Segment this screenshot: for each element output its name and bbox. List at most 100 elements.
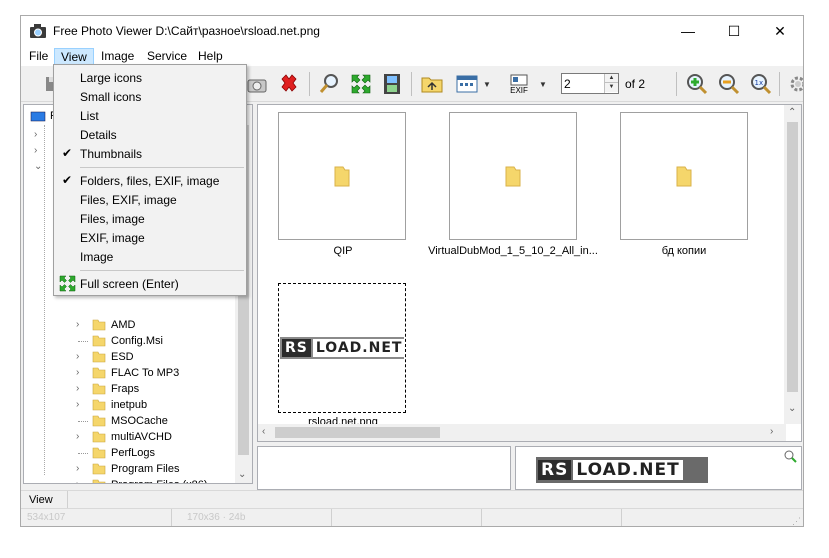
thumbnail-hscrollbar[interactable]: ‹ › (258, 424, 786, 441)
menu-item-files-image[interactable]: Files, image (56, 209, 244, 228)
delete-icon[interactable] (275, 70, 303, 98)
fullscreen-icon (59, 275, 76, 292)
tree-folder-row[interactable]: Config.Msi (24, 333, 236, 349)
tree-folder-row[interactable]: › Program Files (x86) (24, 477, 236, 483)
spin-down-icon[interactable]: ▼ (605, 83, 618, 92)
tree-folder-row[interactable]: › inetpub (24, 397, 236, 413)
tree-folder-label: multiAVCHD (111, 431, 172, 443)
menu-item-folders-files-exif-image[interactable]: ✔ Folders, files, EXIF, image (56, 171, 244, 190)
toolbar-separator (676, 72, 677, 96)
tree-folder-row[interactable]: › ESD (24, 349, 236, 365)
tree-expander-icon[interactable]: › (76, 477, 86, 483)
exif-label: EXIF (510, 85, 528, 95)
thumbnail-caption: VirtualDubMod_1_5_10_2_All_in... (428, 245, 598, 257)
scroll-down-icon[interactable]: ⌄ (238, 469, 246, 480)
thumbnail-card[interactable] (620, 112, 748, 240)
view-status-bar: View (21, 490, 803, 509)
menu-item-large-icons[interactable]: Large icons (56, 68, 244, 87)
menu-item-label: Thumbnails (80, 147, 143, 161)
logo-rest: LOAD.NET (312, 339, 406, 357)
menu-item-full-screen[interactable]: Full screen (Enter) (56, 274, 244, 293)
scroll-up-icon[interactable]: ⌃ (788, 107, 796, 118)
menu-item-exif-image[interactable]: EXIF, image (56, 228, 244, 247)
tree-expander-icon[interactable]: › (76, 317, 86, 333)
tree-expander[interactable]: ⌄ (34, 161, 42, 172)
page-count: of 2 (625, 77, 646, 91)
toolbar-separator (779, 72, 780, 96)
camera-icon[interactable] (243, 70, 271, 98)
resize-grip-icon[interactable]: ⋰ (792, 516, 801, 526)
scroll-right-icon[interactable]: › (770, 426, 773, 437)
tree-connector (78, 421, 88, 422)
spin-up-icon[interactable]: ▲ (605, 74, 618, 83)
thumbnail-panel[interactable]: QIP VirtualDubMod_1_5_10_2_All_in... бд … (257, 104, 802, 442)
tree-expander-icon[interactable]: › (76, 461, 86, 477)
menu-file[interactable]: File (23, 48, 54, 66)
tree-folder-row[interactable]: › Fraps (24, 381, 236, 397)
tree-expander-icon[interactable]: › (76, 365, 86, 381)
tree-expander-icon[interactable]: › (76, 429, 86, 445)
exif-icon[interactable]: EXIF (505, 70, 533, 98)
actual-size-icon[interactable]: 1x (747, 70, 775, 98)
minimize-button[interactable]: — (665, 16, 711, 46)
tree-folder-row[interactable]: PerfLogs (24, 445, 236, 461)
menu-item-label: Files, image (80, 212, 145, 226)
preview-rsload-logo: RS LOAD.NET (536, 457, 708, 483)
fit-icon[interactable] (347, 70, 375, 98)
zoom-preview-icon[interactable] (783, 449, 797, 463)
menu-item-list[interactable]: List (56, 106, 244, 125)
page-input[interactable] (564, 76, 602, 91)
filmstrip-icon[interactable] (378, 70, 406, 98)
folder-icon (92, 463, 106, 475)
menu-item-label: Full screen (Enter) (80, 277, 179, 291)
close-button[interactable]: ✕ (757, 16, 803, 46)
thumbnail-card-selected[interactable]: RS LOAD.NET (278, 283, 406, 413)
exif-dropdown[interactable]: ▼ (539, 81, 547, 89)
thumbnail-card[interactable] (278, 112, 406, 240)
tree-expander-icon[interactable]: › (76, 349, 86, 365)
folder-icon (92, 431, 106, 443)
thumbnail-card[interactable] (449, 112, 577, 240)
scroll-down-icon[interactable]: ⌄ (788, 403, 796, 414)
menu-item-details[interactable]: Details (56, 125, 244, 144)
zoom-icon[interactable] (315, 70, 343, 98)
thumbnail-vscrollbar[interactable]: ⌃ ⌄ (784, 105, 801, 424)
toolbar-separator (309, 72, 310, 96)
thumbnail-vscroll-thumb[interactable] (787, 122, 798, 392)
view-mode-dropdown[interactable]: ▼ (483, 81, 491, 89)
tree-folder-row[interactable]: › Program Files (24, 461, 236, 477)
status-separator (171, 509, 172, 526)
view-mode-icon[interactable] (453, 70, 481, 98)
page-spin-arrows[interactable]: ▲ ▼ (604, 74, 618, 93)
tree-folder-row[interactable]: › AMD (24, 317, 236, 333)
tree-connector (78, 341, 88, 342)
tree-folder-label: Program Files (111, 463, 180, 475)
menu-item-thumbnails[interactable]: ✔ Thumbnails (56, 144, 244, 163)
tree-expander-icon[interactable]: › (76, 381, 86, 397)
tree-folder-label: Fraps (111, 383, 140, 395)
zoom-out-icon[interactable] (715, 70, 743, 98)
tree-folder-row[interactable]: › multiAVCHD (24, 429, 236, 445)
tree-folder-row[interactable]: MSOCache (24, 413, 236, 429)
zoom-in-icon[interactable] (683, 70, 711, 98)
folder-icon (676, 166, 692, 187)
folder-up-icon[interactable] (418, 70, 446, 98)
tree-expander-icon[interactable]: › (76, 397, 86, 413)
status-separator (481, 509, 482, 526)
scroll-left-icon[interactable]: ‹ (262, 426, 265, 437)
menu-item-image[interactable]: Image (56, 247, 244, 266)
folder-icon (92, 479, 106, 483)
page-stepper[interactable]: ▲ ▼ (561, 73, 619, 94)
menu-item-files-exif-image[interactable]: Files, EXIF, image (56, 190, 244, 209)
menu-item-small-icons[interactable]: Small icons (56, 87, 244, 106)
folder-icon (92, 335, 106, 347)
maximize-button[interactable]: ☐ (711, 16, 757, 46)
tree-expander[interactable]: › (34, 145, 37, 156)
tree-folder-row[interactable]: › FLAC To MP3 (24, 365, 236, 381)
settings-icon[interactable] (784, 70, 803, 98)
logo-rs: RS (282, 339, 311, 357)
folder-icon (92, 319, 106, 331)
menu-item-label: Small icons (80, 90, 142, 104)
tree-expander[interactable]: › (34, 129, 37, 140)
thumbnail-hscroll-thumb[interactable] (275, 427, 440, 438)
